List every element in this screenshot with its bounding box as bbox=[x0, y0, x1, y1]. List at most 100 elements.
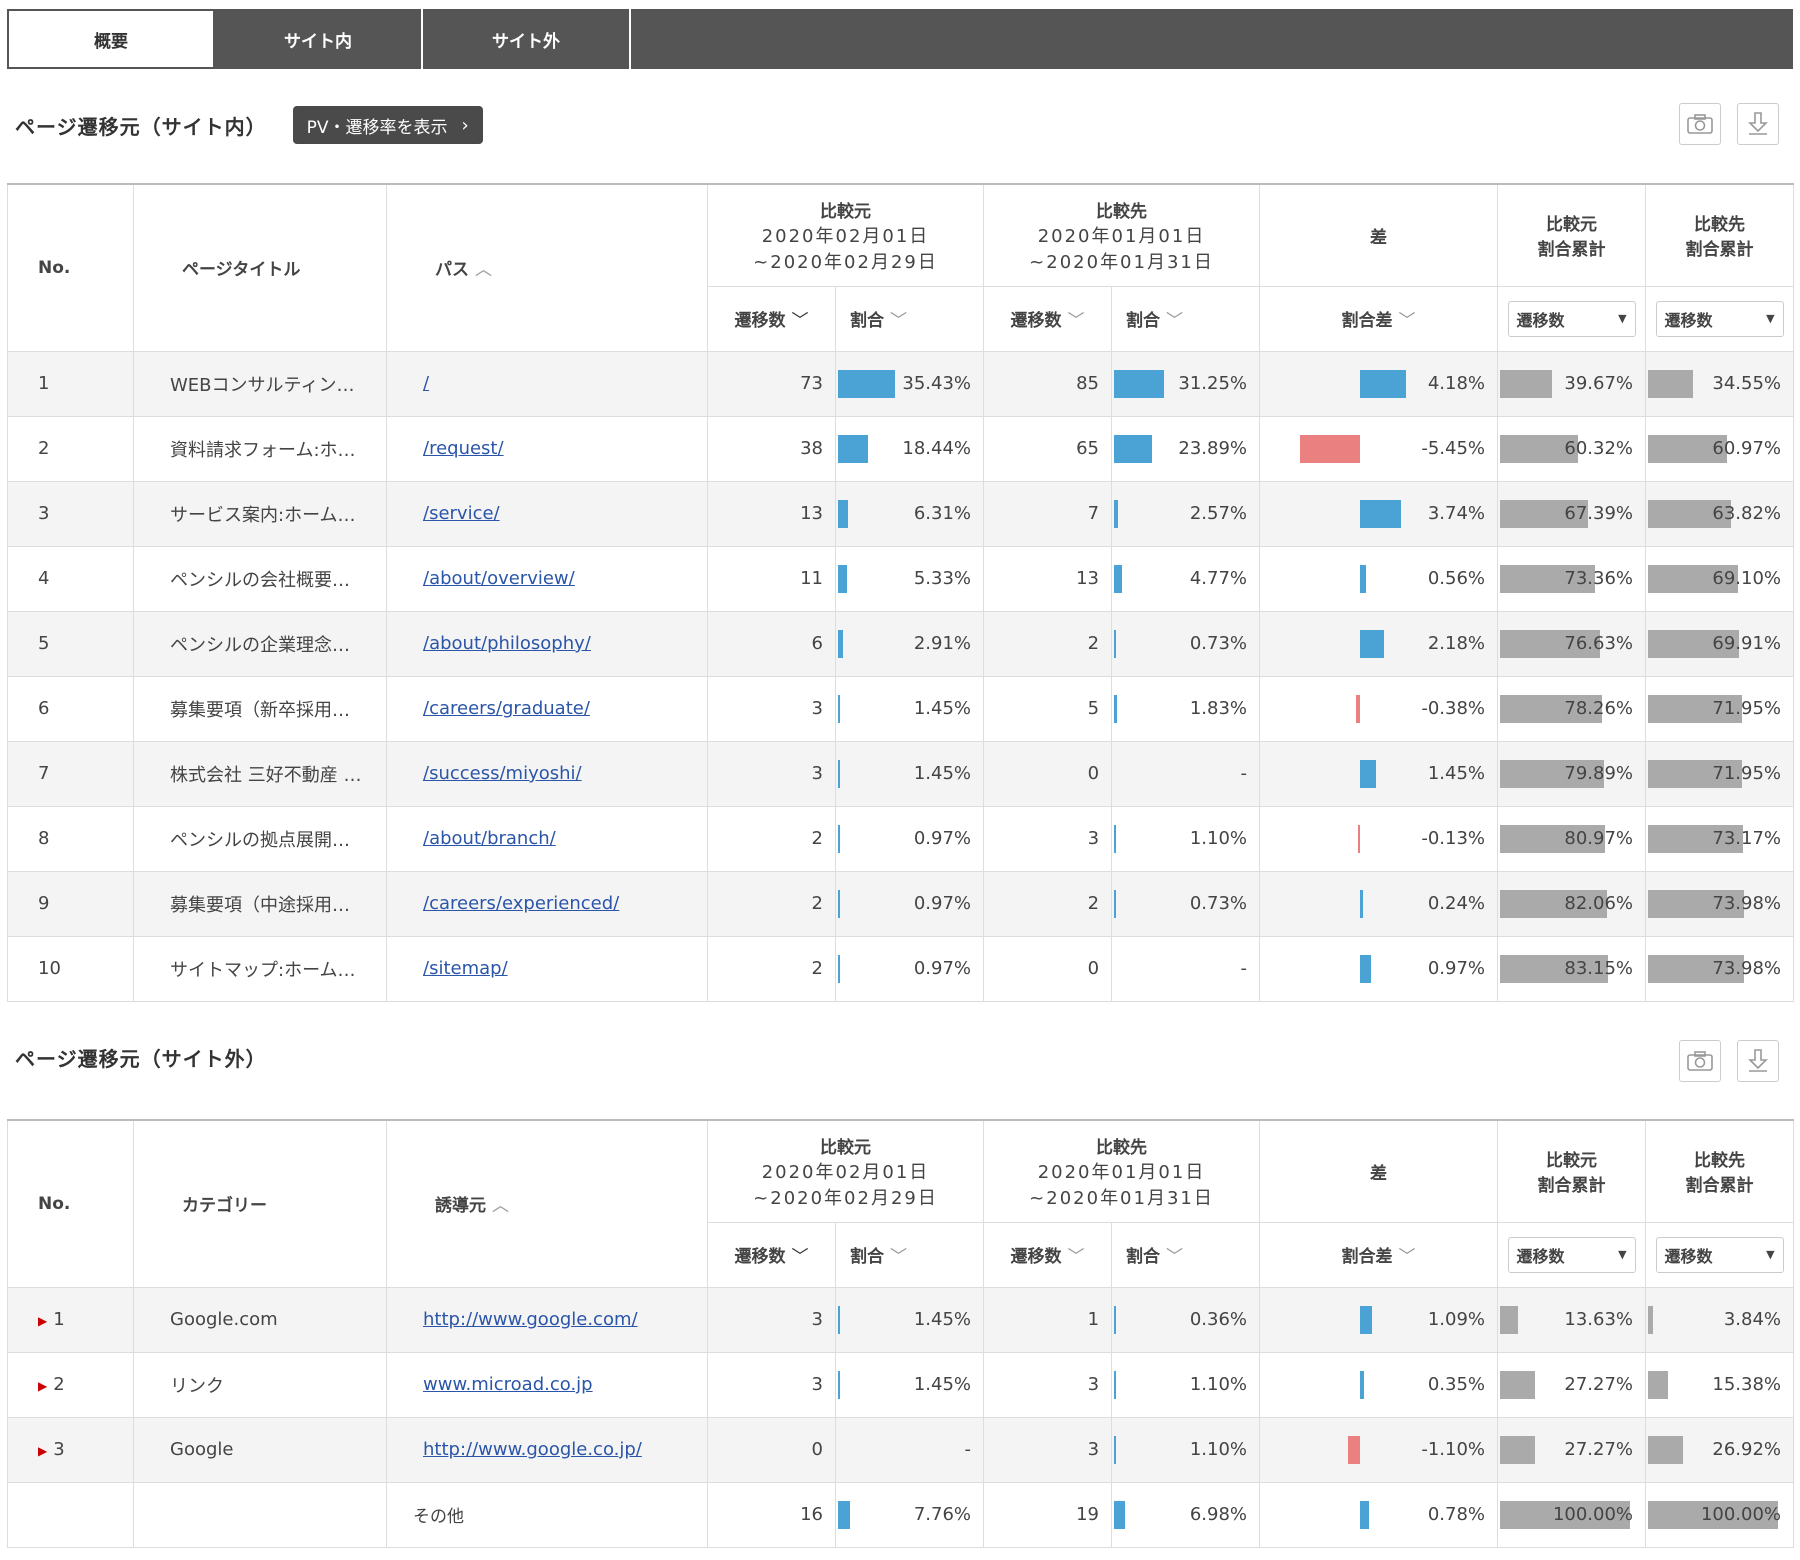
col-path[interactable]: パス ︿ bbox=[386, 183, 708, 352]
cum-to-select-value: 遷移数 bbox=[1664, 310, 1713, 330]
path-cell: /careers/graduate/ bbox=[386, 675, 708, 742]
expand-triangle-icon[interactable]: ▶ bbox=[38, 1379, 47, 1393]
screenshot-button[interactable] bbox=[1679, 103, 1721, 145]
b-count: 0 bbox=[983, 740, 1113, 807]
row-number: 6 bbox=[38, 698, 50, 719]
path-link[interactable]: http://www.google.co.jp/ bbox=[423, 1439, 642, 1460]
ratio-diff-value: 1.45% bbox=[1427, 763, 1486, 784]
b-count: 7 bbox=[983, 480, 1113, 547]
sort-b-count[interactable]: 遷移数 ﹀ bbox=[983, 1221, 1113, 1288]
download-button[interactable] bbox=[1737, 1040, 1779, 1082]
path-link[interactable]: /sitemap/ bbox=[423, 958, 508, 979]
sort-a-ratio[interactable]: 割合 ﹀ bbox=[834, 285, 985, 352]
table-row: その他 16 7.76% 19 6.98% 0.78% 100.00% 100.00% bbox=[7, 1481, 1795, 1548]
cum-to-label-1: 比較先 bbox=[1694, 1151, 1746, 1172]
row-number: 1 bbox=[38, 373, 50, 394]
sort-a-count[interactable]: 遷移数 ﹀ bbox=[707, 285, 836, 352]
path-link[interactable]: http://www.google.com/ bbox=[423, 1309, 638, 1330]
tab-internal[interactable]: サイト内 bbox=[215, 9, 423, 69]
path-link[interactable]: www.microad.co.jp bbox=[423, 1374, 593, 1395]
external-referrer-table: No. カテゴリー 誘導元 ︿ 比較元 2020年02月01日 ~2020年02月29… bbox=[7, 1119, 1795, 1548]
ratio-diff-value: 0.56% bbox=[1427, 568, 1486, 589]
sort-b-ratio[interactable]: 割合 ﹀ bbox=[1111, 1221, 1261, 1288]
row-title: リンク bbox=[170, 1375, 224, 1397]
a-ratio-cell: 1.45% bbox=[834, 740, 985, 807]
path-link[interactable]: /service/ bbox=[423, 503, 500, 524]
cum-to-select-value: 遷移数 bbox=[1664, 1246, 1713, 1266]
download-button[interactable] bbox=[1737, 103, 1779, 145]
compare-to-date-start: 2020年01月01日 bbox=[1037, 1161, 1206, 1183]
ratio-diff-cell: 0.78% bbox=[1259, 1481, 1499, 1548]
a-ratio-cell: 1.45% bbox=[834, 1286, 985, 1353]
path-cell: / bbox=[386, 350, 708, 417]
sort-ratio-diff[interactable]: 割合差 ﹀ bbox=[1259, 1221, 1499, 1288]
ratio-diff-label: 割合差 bbox=[1341, 1247, 1393, 1267]
b-ratio-cell: 31.25% bbox=[1111, 350, 1261, 417]
section-external-title: ページ遷移元（サイト外） bbox=[15, 1047, 267, 1071]
screenshot-button[interactable] bbox=[1679, 1040, 1721, 1082]
sort-a-count[interactable]: 遷移数 ﹀ bbox=[707, 1221, 836, 1288]
cum-to-select[interactable]: 遷移数 ▼ bbox=[1655, 1236, 1784, 1273]
sort-a-ratio[interactable]: 割合 ﹀ bbox=[834, 1221, 985, 1288]
a-count: 2 bbox=[707, 870, 836, 937]
row-title: ペンシルの会社概要… bbox=[170, 569, 350, 591]
a-ratio-bar bbox=[838, 824, 840, 853]
cum-b-cell: 26.92% bbox=[1645, 1416, 1795, 1483]
row-title: Google bbox=[170, 1439, 234, 1460]
table-row: ▶ 3 Google http://www.google.co.jp/0-3 1.10%… bbox=[7, 1416, 1795, 1483]
cum-to-select[interactable]: 遷移数 ▼ bbox=[1655, 300, 1784, 337]
table-row: 2 資料請求フォーム:ホ… /request/38 18.44% 65 23.89% -5.… bbox=[7, 415, 1795, 482]
col-compare-to: 比較先 2020年01月01日 ~2020年01月31日 bbox=[983, 1119, 1261, 1223]
cum-a-value: 79.89% bbox=[1564, 763, 1634, 784]
title-cell: Google.com bbox=[133, 1286, 387, 1353]
cum-from-select[interactable]: 遷移数 ▼ bbox=[1507, 300, 1636, 337]
cum-a-cell: 27.27% bbox=[1497, 1351, 1647, 1418]
a-count: 6 bbox=[707, 610, 836, 677]
sort-b-count[interactable]: 遷移数 ﹀ bbox=[983, 285, 1113, 352]
ratio-diff-cell: -1.10% bbox=[1259, 1416, 1499, 1483]
cum-a-value: 13.63% bbox=[1564, 1309, 1634, 1330]
a-ratio-bar bbox=[838, 564, 847, 593]
show-pv-rate-button[interactable]: PV・遷移率を表示 › bbox=[292, 106, 483, 144]
path-link[interactable]: /about/overview/ bbox=[423, 568, 575, 589]
cum-from-select[interactable]: 遷移数 ▼ bbox=[1507, 1236, 1636, 1273]
path-link[interactable]: /about/philosophy/ bbox=[423, 633, 591, 654]
title-cell: 資料請求フォーム:ホ… bbox=[133, 415, 387, 482]
col-referrer[interactable]: 誘導元 ︿ bbox=[386, 1119, 708, 1288]
path-link[interactable]: / bbox=[423, 373, 429, 394]
a-ratio-value: 1.45% bbox=[913, 698, 972, 719]
sort-b-ratio[interactable]: 割合 ﹀ bbox=[1111, 285, 1261, 352]
b-ratio-cell: 2.57% bbox=[1111, 480, 1261, 547]
path-link[interactable]: /careers/experienced/ bbox=[423, 893, 619, 914]
tab-overview[interactable]: 概要 bbox=[7, 9, 215, 69]
expand-triangle-icon[interactable]: ▶ bbox=[38, 1444, 47, 1458]
b-ratio-bar bbox=[1114, 564, 1122, 593]
compare-to-date-start: 2020年01月01日 bbox=[1037, 225, 1206, 247]
compare-to-label: 比較先 bbox=[1096, 1137, 1148, 1158]
ratio-diff-cell: 1.09% bbox=[1259, 1286, 1499, 1353]
path-link[interactable]: /careers/graduate/ bbox=[423, 698, 590, 719]
a-count-label: 遷移数 bbox=[734, 1247, 786, 1267]
ratio-diff-value: 0.97% bbox=[1427, 958, 1486, 979]
sort-ratio-diff[interactable]: 割合差 ﹀ bbox=[1259, 285, 1499, 352]
other-label: その他 bbox=[413, 1507, 464, 1527]
b-ratio-value: - bbox=[1240, 763, 1248, 784]
b-ratio-value: 1.83% bbox=[1189, 698, 1248, 719]
b-ratio-cell: 4.77% bbox=[1111, 545, 1261, 612]
cum-a-value: 73.36% bbox=[1564, 568, 1634, 589]
table-row: 4 ペンシルの会社概要… /about/overview/11 5.33% 13 4.77… bbox=[7, 545, 1795, 612]
external-table-body: ▶ 1 Google.com http://www.google.com/3 1.45%… bbox=[7, 1286, 1795, 1548]
b-ratio-value: 1.10% bbox=[1189, 1439, 1248, 1460]
expand-triangle-icon[interactable]: ▶ bbox=[38, 1314, 47, 1328]
b-ratio-value: 1.10% bbox=[1189, 1374, 1248, 1395]
tab-external[interactable]: サイト外 bbox=[423, 9, 631, 69]
title-cell: ペンシルの企業理念… bbox=[133, 610, 387, 677]
path-link[interactable]: /success/miyoshi/ bbox=[423, 763, 582, 784]
row-number-cell: 1 bbox=[7, 350, 134, 417]
ratio-diff-value: 0.35% bbox=[1427, 1374, 1486, 1395]
a-count-label: 遷移数 bbox=[734, 311, 786, 331]
path-link[interactable]: /about/branch/ bbox=[423, 828, 556, 849]
a-ratio-bar bbox=[838, 629, 843, 658]
cum-b-cell: 100.00% bbox=[1645, 1481, 1795, 1548]
path-link[interactable]: /request/ bbox=[423, 438, 504, 459]
